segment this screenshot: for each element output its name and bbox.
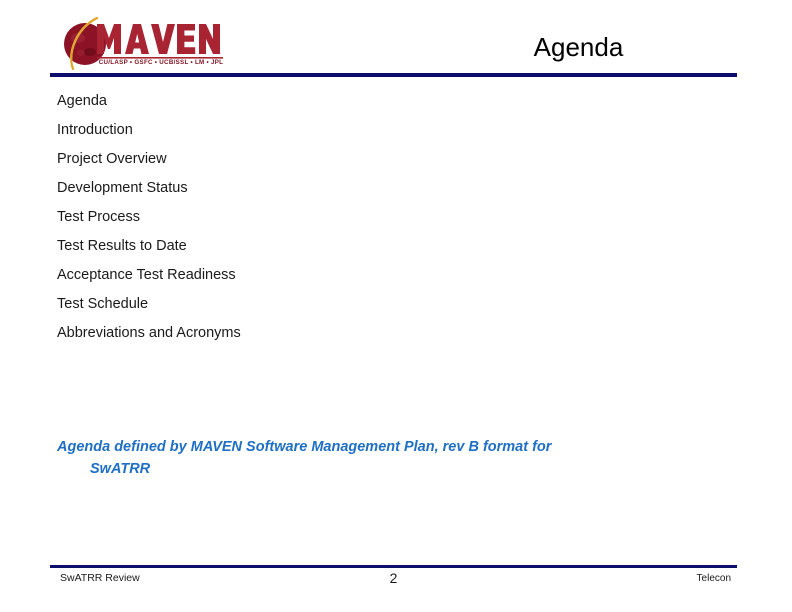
list-item: Test Schedule	[57, 296, 149, 312]
maven-wordmark-icon	[97, 24, 220, 54]
page-number: 2	[389, 570, 398, 586]
list-item: Abbreviations and Acronyms	[57, 325, 241, 341]
note-line-1: Agenda defined by MAVEN Software Managem…	[57, 439, 552, 455]
slide-footer: SwATRR Review 2 Telecon	[50, 570, 737, 592]
header-divider	[50, 73, 737, 77]
list-item: Introduction	[57, 122, 133, 138]
list-item: Test Process	[57, 209, 140, 225]
slide-header: CU/LASP • GSFC • UCB/SSL • LM • JPL Agen…	[0, 0, 792, 82]
footer-divider	[50, 565, 737, 568]
note-line-2: SwATRR	[90, 461, 151, 477]
agenda-source-note: Agenda defined by MAVEN Software Managem…	[57, 436, 697, 480]
maven-logo: CU/LASP • GSFC • UCB/SSL • LM • JPL	[57, 12, 225, 70]
footer-venue-label: Telecon	[696, 573, 731, 584]
list-item: Acceptance Test Readiness	[57, 267, 236, 283]
agenda-list: Agenda Introduction Project Overview Dev…	[57, 87, 717, 348]
list-item: Agenda	[57, 93, 107, 109]
slide: CU/LASP • GSFC • UCB/SSL • LM • JPL Agen…	[0, 0, 792, 612]
page-title: Agenda	[533, 32, 624, 62]
list-item: Project Overview	[57, 151, 167, 167]
list-item: Test Results to Date	[57, 238, 187, 254]
list-item: Development Status	[57, 180, 188, 196]
logo-partners-text: CU/LASP • GSFC • UCB/SSL • LM • JPL	[98, 59, 224, 66]
